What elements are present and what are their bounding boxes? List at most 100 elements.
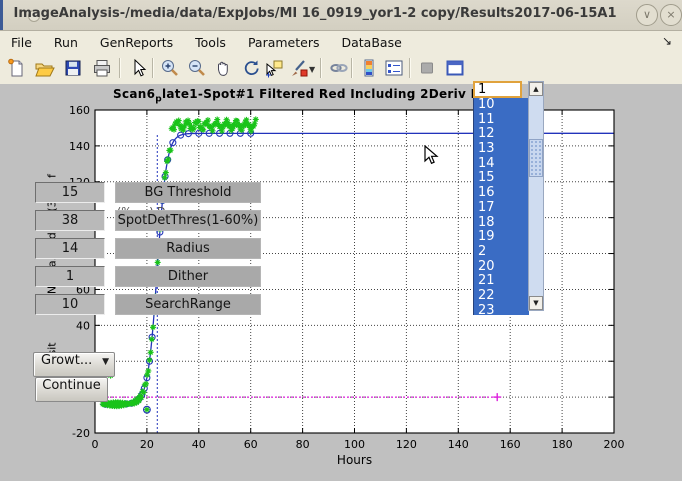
y-axis-label-fragment: f [46,174,59,178]
spot-number-option[interactable]: 21 [474,274,529,289]
param-value-input[interactable]: 15 [35,182,105,203]
svg-text:40: 40 [76,319,90,332]
menu-parameters[interactable]: Parameters [237,33,331,52]
open-file-icon[interactable] [33,57,55,79]
menu-database[interactable]: DataBase [330,33,412,52]
param-label: SearchRange [115,294,261,315]
svg-text:200: 200 [604,438,625,451]
plot-title: Scan6plate1-Spot#1 Filtered Red Includin… [113,87,485,104]
zoom-out-icon[interactable] [186,57,208,79]
zoom-in-icon[interactable] [159,57,181,79]
link-plots-icon[interactable] [328,57,350,79]
growth-dropdown-button[interactable]: Growt... ▼ [33,352,115,377]
param-label: Dither [115,266,261,287]
spot-number-option[interactable]: 16 [474,186,529,201]
plot-title-post: late1-Spot#1 Filtered Red Including 2Der… [162,87,485,101]
dropdown-scrollbar[interactable]: ▲ ▼ [528,81,544,311]
spot-number-option[interactable]: 19 [474,230,529,245]
menubar: File Run GenReports Tools Parameters Dat… [0,31,682,53]
plot-title-pre: Scan6 [113,87,155,101]
param-value-input[interactable]: 10 [35,294,105,315]
continue-button[interactable]: Continue [35,377,108,402]
toolbar-separator [119,58,121,78]
data-cursor-icon[interactable] [263,57,285,79]
minimize-button[interactable]: ∨ [636,4,658,26]
save-icon[interactable] [62,57,84,79]
param-value-input[interactable]: 14 [35,238,105,259]
plot-title-sub: p [155,94,162,104]
spot-number-option[interactable]: 12 [474,127,529,142]
pointer-icon[interactable] [127,57,149,79]
insert-colorbar-icon[interactable] [358,57,380,79]
menu-genreports[interactable]: GenReports [89,33,184,52]
app-window: ImageAnalysis-/media/data/ExpJobs/MI 16_… [0,0,682,481]
menu-run[interactable]: Run [43,33,89,52]
close-icon: × [666,8,675,21]
brush-dropdown-icon[interactable]: ▼ [309,65,315,74]
menu-tools[interactable]: Tools [184,33,237,52]
spot-number-option[interactable]: 15 [474,171,529,186]
spot-number-input[interactable]: 1 [473,81,522,98]
scroll-down-icon[interactable]: ▼ [529,296,543,310]
toolbar-separator [152,58,154,78]
param-label: SpotDetThres(1-60%) [115,210,261,231]
svg-text:-20: -20 [72,427,90,440]
svg-text:100: 100 [344,438,365,451]
plot-tools-off-icon[interactable] [416,57,438,79]
spot-number-option[interactable]: 22 [474,289,529,304]
svg-text:160: 160 [500,438,521,451]
svg-text:180: 180 [552,438,573,451]
param-value-input[interactable]: 1 [35,266,105,287]
svg-text:40: 40 [192,438,206,451]
menu-file[interactable]: File [0,33,43,52]
svg-text:Hours: Hours [337,453,372,467]
rotate-3d-icon[interactable] [240,57,262,79]
spot-number-option[interactable]: 18 [474,216,529,231]
spot-number-option[interactable]: 20 [474,260,529,275]
toolbar-separator [351,58,353,78]
svg-text:120: 120 [396,438,417,451]
window-title: ImageAnalysis-/media/data/ExpJobs/MI 16_… [0,6,630,21]
minimize-icon: ∨ [643,8,651,21]
close-button[interactable]: × [660,4,682,26]
dock-figure-icon[interactable] [444,57,466,79]
svg-text:0: 0 [92,438,99,451]
svg-text:60: 60 [244,438,258,451]
svg-text:140: 140 [69,140,90,153]
spot-number-option[interactable]: 23 [474,304,529,315]
param-value-input[interactable]: 38 [35,210,105,231]
spot-number-option[interactable]: 14 [474,157,529,172]
dock-arrow-icon[interactable]: ↘ [662,34,672,48]
toolbar: ▼ [0,53,682,85]
spot-number-option[interactable]: 17 [474,201,529,216]
toolbar-separator [409,58,411,78]
scrollbar-thumb[interactable] [529,139,543,177]
mouse-cursor [424,145,440,167]
chevron-down-icon: ▼ [102,357,109,367]
y-axis-label-fragment: N [46,286,59,294]
insert-legend-icon[interactable] [383,57,405,79]
param-label: BG Threshold [115,182,261,203]
svg-text:160: 160 [69,104,90,117]
growth-dropdown-label: Growt... [41,353,92,368]
spot-number-list: 10111213141516171819220212223 [473,98,529,315]
continue-button-label: Continue [42,378,100,393]
spot-number-option[interactable]: 13 [474,142,529,157]
new-document-icon[interactable] [5,57,27,79]
spot-number-dropdown: 1 10111213141516171819220212223 ▲ ▼ [473,81,544,318]
svg-text:140: 140 [448,438,469,451]
spot-number-option[interactable]: 11 [474,113,529,128]
pan-hand-icon[interactable] [212,57,234,79]
svg-text:20: 20 [140,438,154,451]
plot-axes: 020406080100120140160180200-200204060801… [60,95,682,481]
svg-text:80: 80 [296,438,310,451]
print-icon[interactable] [91,57,113,79]
titlebar: ImageAnalysis-/media/data/ExpJobs/MI 16_… [0,0,682,31]
toolbar-separator [320,58,322,78]
spot-number-option[interactable]: 2 [474,245,529,260]
figure-area: 020406080100120140160180200-200204060801… [0,84,682,481]
spot-number-option[interactable]: 10 [474,98,529,113]
param-label: Radius [115,238,261,259]
brush-icon[interactable] [288,57,310,79]
scroll-up-icon[interactable]: ▲ [529,82,543,96]
